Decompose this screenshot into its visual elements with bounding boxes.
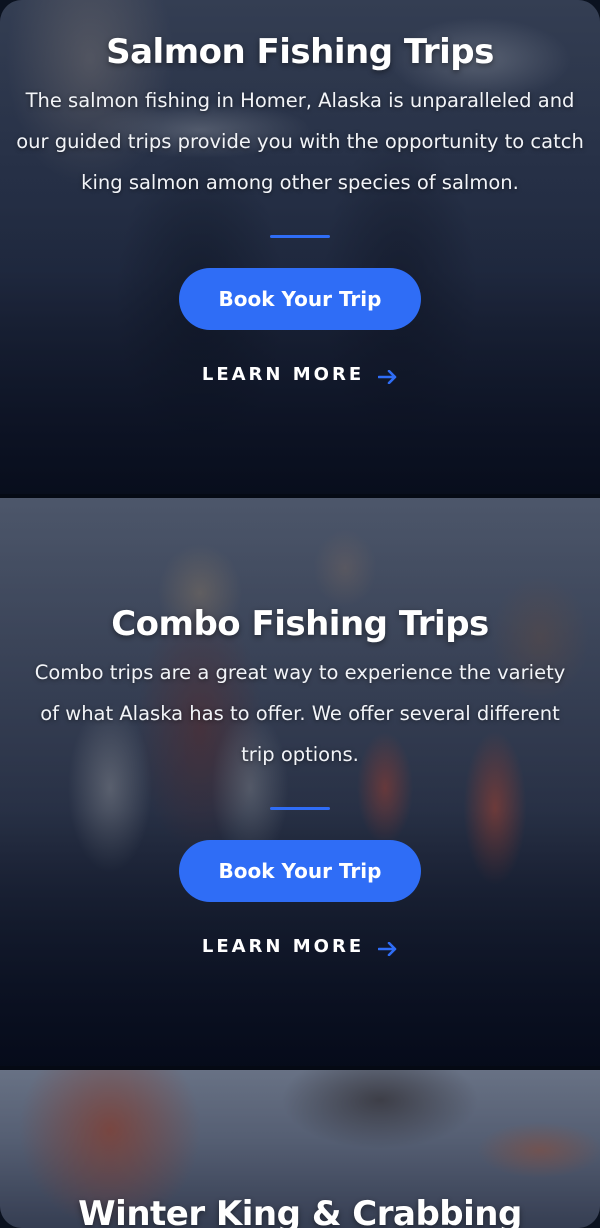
- arrow-right-icon: [377, 368, 398, 384]
- trip-card-winter-king: Winter King & Crabbing: [0, 1070, 600, 1228]
- arrow-right-icon: [377, 940, 398, 956]
- card-content: Combo Fishing Trips Combo trips are a gr…: [0, 498, 600, 957]
- card-title: Salmon Fishing Trips: [106, 32, 494, 72]
- card-title: Winter King & Crabbing: [78, 1194, 522, 1228]
- learn-more-link[interactable]: LEARN MORE: [202, 364, 398, 385]
- learn-more-link[interactable]: LEARN MORE: [202, 936, 398, 957]
- card-description: The salmon fishing in Homer, Alaska is u…: [16, 89, 584, 194]
- book-trip-button[interactable]: Book Your Trip: [179, 268, 421, 330]
- mobile-page: Salmon Fishing Trips The salmon fishing …: [0, 0, 600, 1228]
- card-title: Combo Fishing Trips: [111, 604, 489, 644]
- trip-card-salmon: Salmon Fishing Trips The salmon fishing …: [0, 0, 600, 494]
- learn-more-label: LEARN MORE: [201, 364, 365, 385]
- book-trip-button[interactable]: Book Your Trip: [179, 840, 421, 902]
- trip-card-combo: Combo Fishing Trips Combo trips are a gr…: [0, 498, 600, 1066]
- card-content: Winter King & Crabbing: [0, 1070, 600, 1228]
- card-description: Combo trips are a great way to experienc…: [34, 661, 566, 766]
- learn-more-label: LEARN MORE: [201, 936, 365, 957]
- card-content: Salmon Fishing Trips The salmon fishing …: [0, 0, 600, 385]
